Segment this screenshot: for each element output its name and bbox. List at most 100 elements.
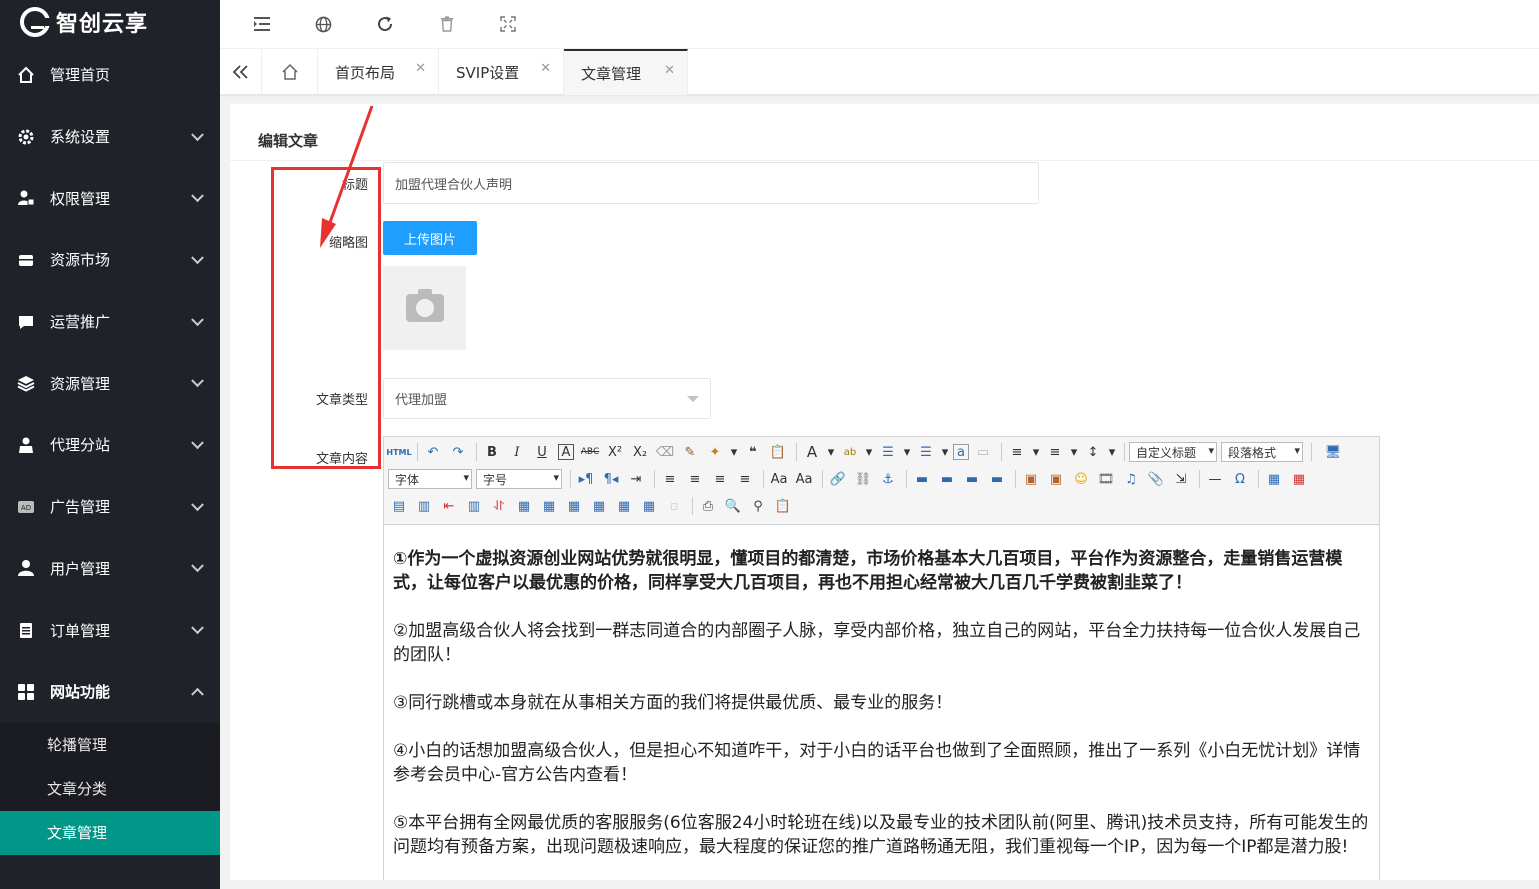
sidebar-item-system-settings[interactable]: 系统设置 bbox=[0, 106, 220, 168]
close-icon[interactable]: ✕ bbox=[664, 63, 675, 78]
title-input[interactable]: 加盟代理合伙人声明 bbox=[383, 162, 1039, 204]
align-left-icon[interactable]: ≡ bbox=[659, 469, 681, 489]
upload-image-button[interactable]: 上传图片 bbox=[383, 221, 477, 255]
globe-icon[interactable] bbox=[312, 13, 334, 35]
close-icon[interactable]: ✕ bbox=[415, 61, 426, 76]
indent-icon[interactable]: ⇥ bbox=[625, 469, 647, 489]
tab-article-management[interactable]: 文章管理 ✕ bbox=[564, 49, 688, 95]
table-props-icon[interactable]: ▫ bbox=[663, 496, 685, 516]
sidebar-item-site-features[interactable]: 网站功能 bbox=[0, 661, 220, 723]
merge-down-icon[interactable]: ▦ bbox=[563, 496, 585, 516]
align-right-icon[interactable]: ≡ bbox=[709, 469, 731, 489]
eraser-icon[interactable]: ⌫ bbox=[654, 442, 676, 462]
chevron-down-icon[interactable]: ▾ bbox=[729, 442, 739, 462]
image-center-icon[interactable]: ▬ bbox=[986, 469, 1008, 489]
select-all-icon[interactable]: a bbox=[953, 444, 969, 460]
chevron-down-icon[interactable]: ▾ bbox=[1107, 442, 1117, 462]
auto-typeset-icon[interactable]: ✦ bbox=[704, 442, 726, 462]
multi-image-icon[interactable]: ▣ bbox=[1045, 469, 1067, 489]
sidebar-item-users[interactable]: 用户管理 bbox=[0, 538, 220, 600]
split-rows-icon[interactable]: ▦ bbox=[613, 496, 635, 516]
insert-image-icon[interactable]: ▣ bbox=[1020, 469, 1042, 489]
blockquote-icon[interactable]: ❝ bbox=[742, 442, 764, 462]
sidebar-item-permissions[interactable]: 权限管理 bbox=[0, 167, 220, 229]
rtl-direction-icon[interactable]: ¶◂ bbox=[600, 469, 622, 489]
sidebar-item-resource-market[interactable]: 资源市场 bbox=[0, 229, 220, 291]
delete-row-icon[interactable]: ⇤ bbox=[438, 496, 460, 516]
clear-doc-icon[interactable]: ▭ bbox=[972, 442, 994, 462]
sidebar-subitem-article-management[interactable]: 文章管理 bbox=[0, 810, 220, 855]
tab-svip-settings[interactable]: SVIP设置 ✕ bbox=[439, 49, 564, 95]
sidebar-item-resource-management[interactable]: 资源管理 bbox=[0, 352, 220, 414]
lowercase-icon[interactable]: Aa bbox=[793, 469, 815, 489]
split-cells-icon[interactable]: ▦ bbox=[588, 496, 610, 516]
chevron-down-icon[interactable]: ▾ bbox=[1069, 442, 1079, 462]
brand-logo[interactable]: 智创云享 bbox=[0, 0, 220, 44]
preview-icon[interactable]: 🔍 bbox=[722, 496, 744, 516]
subscript-icon[interactable]: X₂ bbox=[629, 442, 651, 462]
video-icon[interactable]: 🎞 bbox=[1095, 469, 1117, 489]
strikethrough-icon[interactable]: ABC bbox=[579, 442, 601, 462]
undo-icon[interactable]: ↶ bbox=[422, 442, 444, 462]
insert-col-icon[interactable]: ▥ bbox=[463, 496, 485, 516]
highlight-color-icon[interactable]: ab bbox=[839, 442, 861, 462]
ordered-list-icon[interactable]: ☰ bbox=[877, 442, 899, 462]
merge-cells-icon[interactable]: ▦ bbox=[513, 496, 535, 516]
unlink-icon[interactable]: ⛓ bbox=[852, 469, 874, 489]
chevron-down-icon[interactable]: ▾ bbox=[826, 442, 836, 462]
tab-home-layout[interactable]: 首页布局 ✕ bbox=[318, 49, 439, 95]
trash-icon[interactable] bbox=[436, 13, 458, 35]
anchor-icon[interactable]: ⚓ bbox=[877, 469, 899, 489]
font-border-icon[interactable]: A bbox=[558, 444, 574, 460]
line-height-icon[interactable]: ↕ bbox=[1082, 442, 1104, 462]
sidebar-subitem-carousel[interactable]: 轮播管理 bbox=[0, 723, 220, 767]
fullscreen-icon[interactable] bbox=[497, 13, 519, 35]
special-char-icon[interactable]: Ω bbox=[1229, 469, 1251, 489]
horizontal-rule-icon[interactable]: — bbox=[1204, 469, 1226, 489]
row-spacing-top-icon[interactable]: ≡ bbox=[1006, 442, 1028, 462]
refresh-icon[interactable] bbox=[374, 13, 396, 35]
emoticon-icon[interactable]: ☺ bbox=[1070, 469, 1092, 489]
row-spacing-bottom-icon[interactable]: ≡ bbox=[1044, 442, 1066, 462]
thumbnail-preview[interactable] bbox=[383, 266, 466, 350]
paragraph-format-select[interactable]: 段落格式 bbox=[1221, 442, 1303, 462]
delete-col-icon[interactable]: ⥯ bbox=[488, 496, 510, 516]
font-family-select[interactable]: 字体 bbox=[388, 469, 472, 489]
menu-fold-icon[interactable] bbox=[251, 13, 273, 35]
article-type-select[interactable]: 代理加盟 bbox=[383, 378, 711, 419]
tabs-scroll-left-button[interactable] bbox=[220, 49, 262, 95]
attachment-icon[interactable]: 📎 bbox=[1145, 469, 1167, 489]
print-icon[interactable]: ⎙ bbox=[697, 496, 719, 516]
chevron-down-icon[interactable]: ▾ bbox=[864, 442, 874, 462]
link-icon[interactable]: 🔗 bbox=[827, 469, 849, 489]
italic-icon[interactable]: I bbox=[506, 442, 528, 462]
page-break-icon[interactable]: ⇲ bbox=[1170, 469, 1192, 489]
redo-icon[interactable]: ↷ bbox=[447, 442, 469, 462]
chevron-down-icon[interactable]: ▾ bbox=[940, 442, 950, 462]
merge-right-icon[interactable]: ▦ bbox=[538, 496, 560, 516]
sidebar-item-orders[interactable]: 订单管理 bbox=[0, 599, 220, 661]
split-cols-icon[interactable]: ▦ bbox=[638, 496, 660, 516]
sidebar-item-operations[interactable]: 运营推广 bbox=[0, 291, 220, 353]
underline-icon[interactable]: U bbox=[531, 442, 553, 462]
align-center-icon[interactable]: ≡ bbox=[684, 469, 706, 489]
superscript-icon[interactable]: X² bbox=[604, 442, 626, 462]
paste-plain-icon[interactable]: 📋 bbox=[767, 442, 789, 462]
close-icon[interactable]: ✕ bbox=[540, 61, 551, 76]
image-none-icon[interactable]: ▬ bbox=[911, 469, 933, 489]
delete-table-icon[interactable]: ▦ bbox=[1288, 469, 1310, 489]
sidebar-item-ads[interactable]: AD 广告管理 bbox=[0, 476, 220, 538]
sidebar-item-agent-sites[interactable]: 代理分站 bbox=[0, 414, 220, 476]
search-replace-icon[interactable]: ⚲ bbox=[747, 496, 769, 516]
custom-heading-select[interactable]: 自定义标题 bbox=[1129, 442, 1217, 462]
uppercase-icon[interactable]: Aa bbox=[768, 469, 790, 489]
insert-table-icon[interactable]: ▦ bbox=[1263, 469, 1285, 489]
font-size-select[interactable]: 字号 bbox=[476, 469, 562, 489]
tab-home[interactable] bbox=[262, 49, 318, 95]
fullscreen-editor-icon[interactable]: 🖥 bbox=[1322, 442, 1344, 462]
source-html-icon[interactable]: HTML bbox=[386, 442, 411, 462]
align-justify-icon[interactable]: ≡ bbox=[734, 469, 756, 489]
format-brush-icon[interactable]: ✎ bbox=[679, 442, 701, 462]
editor-content[interactable]: ①作为一个虚拟资源创业网站优势就很明显，懂项目的都清楚，市场价格基本大几百项目，… bbox=[384, 525, 1379, 859]
image-right-icon[interactable]: ▬ bbox=[961, 469, 983, 489]
